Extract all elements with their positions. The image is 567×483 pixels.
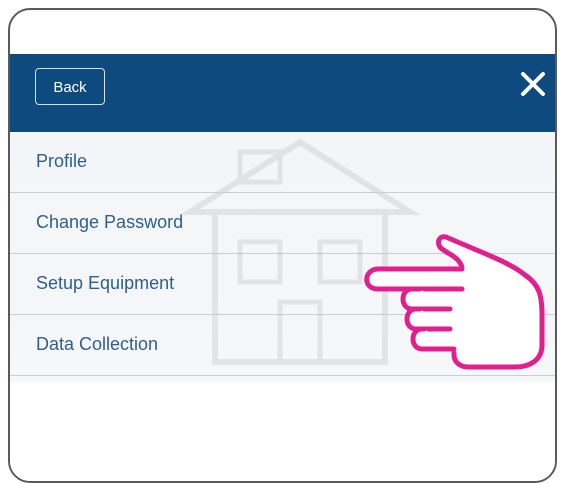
back-button[interactable]: Back: [35, 68, 105, 105]
menu-item-setup-equipment[interactable]: Setup Equipment: [10, 254, 555, 315]
close-icon[interactable]: [515, 66, 551, 102]
empty-content-area: [10, 382, 555, 481]
menu-header: Back: [10, 54, 555, 132]
menu-item-change-password[interactable]: Change Password: [10, 193, 555, 254]
menu-item-label: Profile: [36, 151, 88, 171]
menu-item-profile[interactable]: Profile: [10, 132, 555, 193]
menu-item-label: Data Collection: [36, 334, 159, 354]
menu-item-label: Change Password: [36, 212, 184, 232]
device-frame: Back Profile Change Password Setup Equip…: [8, 8, 557, 483]
menu-item-label: Setup Equipment: [36, 273, 175, 293]
navigation-menu: Profile Change Password Setup Equipment …: [10, 132, 555, 382]
menu-item-data-collection[interactable]: Data Collection: [10, 315, 555, 376]
